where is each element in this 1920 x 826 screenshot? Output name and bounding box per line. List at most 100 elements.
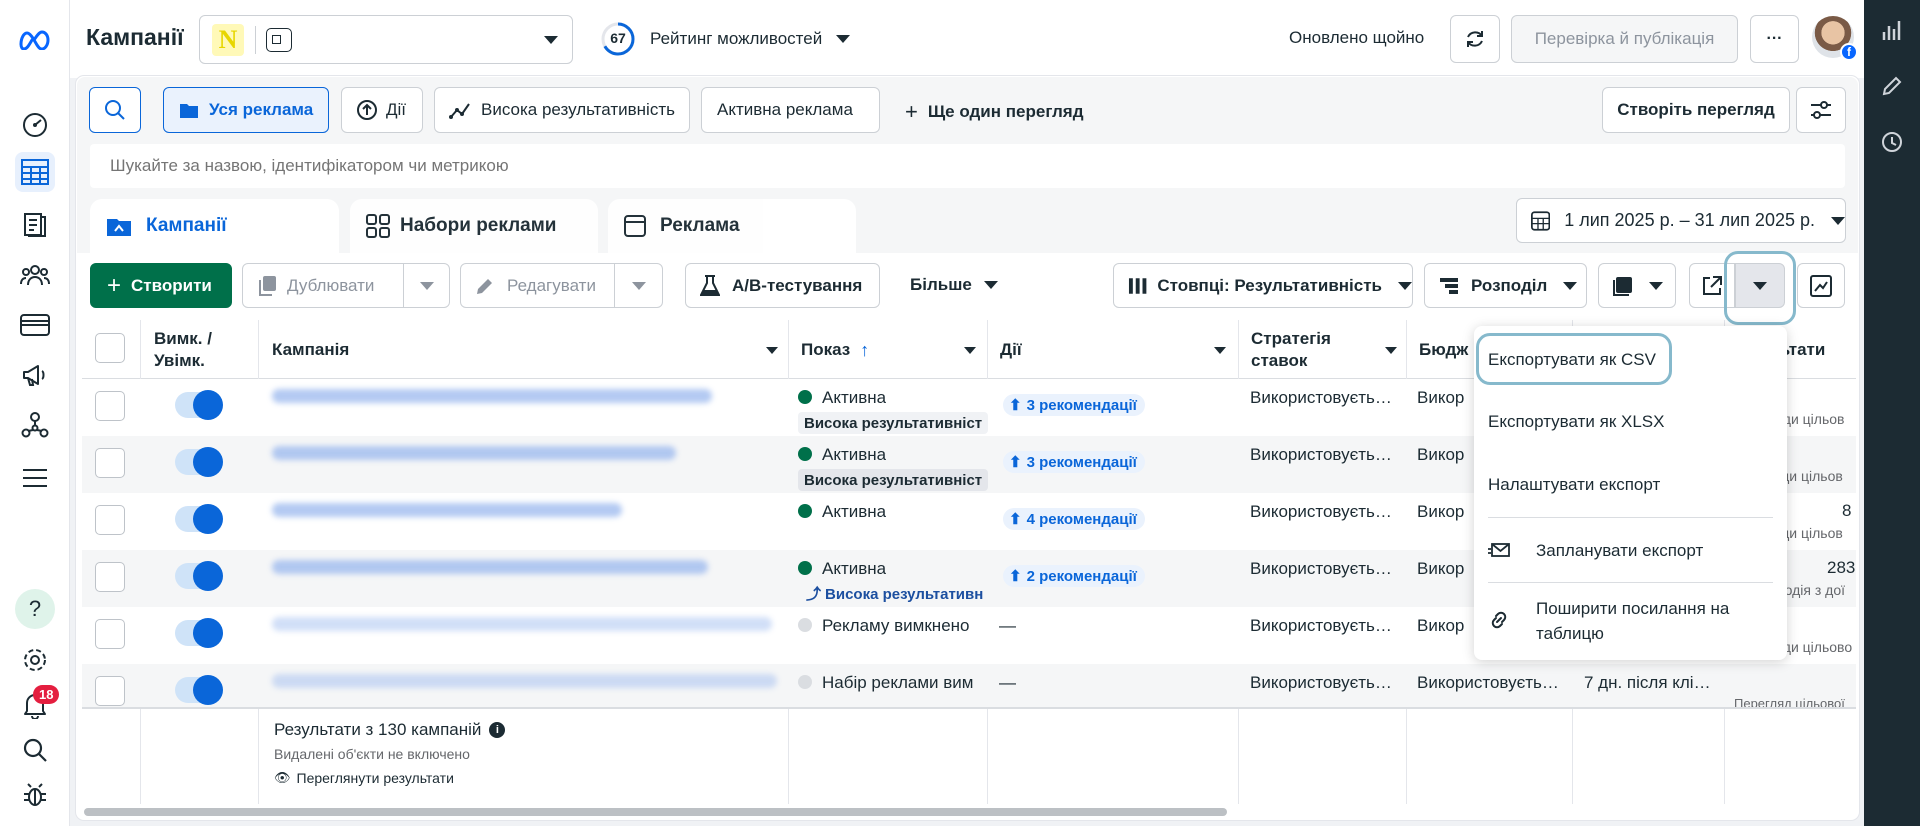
- table-row[interactable]: Набір реклами вим — Використовуєть… Вико…: [82, 664, 1856, 708]
- column-header-actions[interactable]: Дії: [1000, 320, 1226, 380]
- divider: [255, 26, 256, 54]
- row-checkbox[interactable]: [95, 619, 125, 649]
- divider: [1724, 709, 1725, 803]
- campaign-name-blurred[interactable]: [272, 503, 622, 517]
- help-icon[interactable]: ?: [15, 589, 55, 629]
- pencil-icon[interactable]: [1880, 74, 1904, 98]
- results-sub: ади цільов: [1775, 411, 1845, 427]
- recommendations-pill[interactable]: ⬆ 3 рекомендації: [1003, 451, 1145, 473]
- tab-campaigns[interactable]: Кампанії: [90, 199, 339, 253]
- duplicate-button[interactable]: Дублювати: [242, 263, 404, 308]
- search-input[interactable]: [90, 144, 1845, 188]
- audiences-icon[interactable]: [15, 255, 55, 295]
- menu-item-configure-export[interactable]: Налаштувати експорт: [1488, 475, 1660, 495]
- bid-strategy-cell: Використовуєть…: [1250, 673, 1392, 692]
- campaign-toggle[interactable]: [175, 618, 223, 648]
- campaign-toggle[interactable]: [175, 561, 223, 591]
- view-active-ads[interactable]: Активна реклама: [701, 87, 880, 133]
- edit-button[interactable]: Редагувати: [460, 263, 615, 308]
- row-checkbox[interactable]: [95, 391, 125, 421]
- refresh-button[interactable]: [1450, 15, 1500, 63]
- add-view-button[interactable]: + Ще один перегляд: [905, 99, 1083, 125]
- campaign-toggle[interactable]: [175, 390, 223, 420]
- chevron-down-icon: [1398, 281, 1412, 290]
- create-view-button[interactable]: Створіть перегляд: [1602, 87, 1790, 133]
- column-header-campaign[interactable]: Кампанія: [272, 320, 778, 380]
- columns-button[interactable]: Стовпці: Результативність: [1113, 263, 1413, 308]
- row-checkbox[interactable]: [95, 448, 125, 478]
- view-all-ads[interactable]: Уся реклама: [163, 87, 329, 133]
- campaign-name-blurred[interactable]: [272, 674, 777, 688]
- view-high-performance[interactable]: Висока результативність: [434, 87, 690, 133]
- date-range-picker[interactable]: 1 лип 2025 р. – 31 лип 2025 р.: [1516, 198, 1846, 243]
- charts-button[interactable]: [1797, 263, 1845, 308]
- ab-test-button[interactable]: A/B-тестування: [685, 263, 880, 308]
- row-checkbox[interactable]: [95, 505, 125, 535]
- campaign-name-blurred[interactable]: [272, 560, 708, 574]
- select-all-checkbox[interactable]: [95, 333, 125, 363]
- business-network-icon[interactable]: [15, 405, 55, 445]
- report-bug-icon[interactable]: [15, 775, 55, 815]
- meta-logo-icon[interactable]: [15, 20, 55, 60]
- menu-item-share-link[interactable]: Поширити посилання на таблицю: [1488, 596, 1756, 646]
- recommendations-pill[interactable]: ⬆ 3 рекомендації: [1003, 394, 1145, 416]
- search-toggle-button[interactable]: [89, 87, 141, 133]
- settings-gear-icon[interactable]: [15, 640, 55, 680]
- megaphone-icon[interactable]: [15, 355, 55, 395]
- delivery-status: Активна: [798, 388, 886, 408]
- recommendations-pill[interactable]: ⬆ 4 рекомендації: [1003, 508, 1145, 530]
- review-publish-button[interactable]: Перевірка й публікація: [1511, 15, 1738, 63]
- more-actions-button[interactable]: Більше: [910, 275, 998, 295]
- recommendations-pill[interactable]: ⬆ 2 рекомендації: [1003, 565, 1145, 587]
- edit-dropdown-button[interactable]: [614, 263, 663, 308]
- breakdown-button[interactable]: Розподіл: [1424, 263, 1587, 308]
- divider: [1572, 709, 1573, 803]
- plus-icon: +: [905, 99, 918, 124]
- view-actions[interactable]: Дії: [341, 87, 423, 133]
- menu-item-export-xlsx[interactable]: Експортувати як XLSX: [1488, 412, 1664, 432]
- campaign-toggle[interactable]: [175, 504, 223, 534]
- tab-ads[interactable]: Реклама: [608, 199, 856, 253]
- campaign-toggle[interactable]: [175, 675, 223, 705]
- avatar[interactable]: f: [1812, 16, 1858, 61]
- menu-hamburger-icon[interactable]: [15, 458, 55, 498]
- campaign-toggle[interactable]: [175, 447, 223, 477]
- pages-icon[interactable]: [15, 205, 55, 245]
- plus-icon: +: [107, 271, 122, 299]
- chart-bars-icon[interactable]: [1880, 18, 1904, 42]
- create-button[interactable]: + Створити: [90, 263, 232, 308]
- menu-item-schedule-export[interactable]: Запланувати експорт: [1488, 541, 1703, 561]
- bid-strategy-cell: Використовуєть…: [1250, 502, 1392, 521]
- dashboard-gauge-icon[interactable]: [15, 105, 55, 145]
- delivery-status: Активна: [798, 445, 886, 465]
- info-icon[interactable]: i: [489, 722, 506, 738]
- score-value: 67: [610, 30, 626, 46]
- column-header-delivery[interactable]: Показ ↑: [801, 320, 976, 380]
- copy-icon: [259, 275, 276, 296]
- column-header-onoff[interactable]: Вимк. / Увімк.: [154, 320, 242, 380]
- view-settings-button[interactable]: [1796, 87, 1846, 133]
- row-checkbox[interactable]: [95, 676, 125, 706]
- row-checkbox[interactable]: [95, 562, 125, 592]
- facebook-badge-icon: f: [1840, 43, 1858, 61]
- campaign-name-blurred[interactable]: [272, 389, 712, 403]
- reports-button[interactable]: [1598, 263, 1676, 308]
- column-header-budget[interactable]: Бюдж: [1419, 320, 1479, 380]
- campaign-name-blurred[interactable]: [272, 446, 676, 460]
- billing-card-icon[interactable]: [15, 305, 55, 345]
- campaign-name-blurred[interactable]: [272, 617, 772, 631]
- search-icon[interactable]: [15, 730, 55, 770]
- view-results-link[interactable]: 👁 Переглянути результати: [274, 770, 454, 786]
- clock-history-icon[interactable]: [1880, 130, 1904, 154]
- more-options-button[interactable]: ···: [1750, 15, 1799, 63]
- ads-manager-table-icon[interactable]: [15, 152, 55, 192]
- status-dot: [798, 561, 812, 575]
- notifications-bell-icon[interactable]: 18: [15, 685, 60, 725]
- menu-item-export-csv[interactable]: Експортувати як CSV: [1488, 350, 1656, 370]
- tab-ad-sets[interactable]: Набори реклами: [350, 199, 598, 253]
- account-selector[interactable]: N: [199, 15, 573, 64]
- duplicate-dropdown-button[interactable]: [403, 263, 450, 308]
- opportunity-score[interactable]: 67 Рейтинг можливостей: [600, 19, 851, 59]
- horizontal-scrollbar[interactable]: [84, 808, 1227, 816]
- column-header-bid-strategy[interactable]: Стратегія ставок: [1251, 320, 1397, 380]
